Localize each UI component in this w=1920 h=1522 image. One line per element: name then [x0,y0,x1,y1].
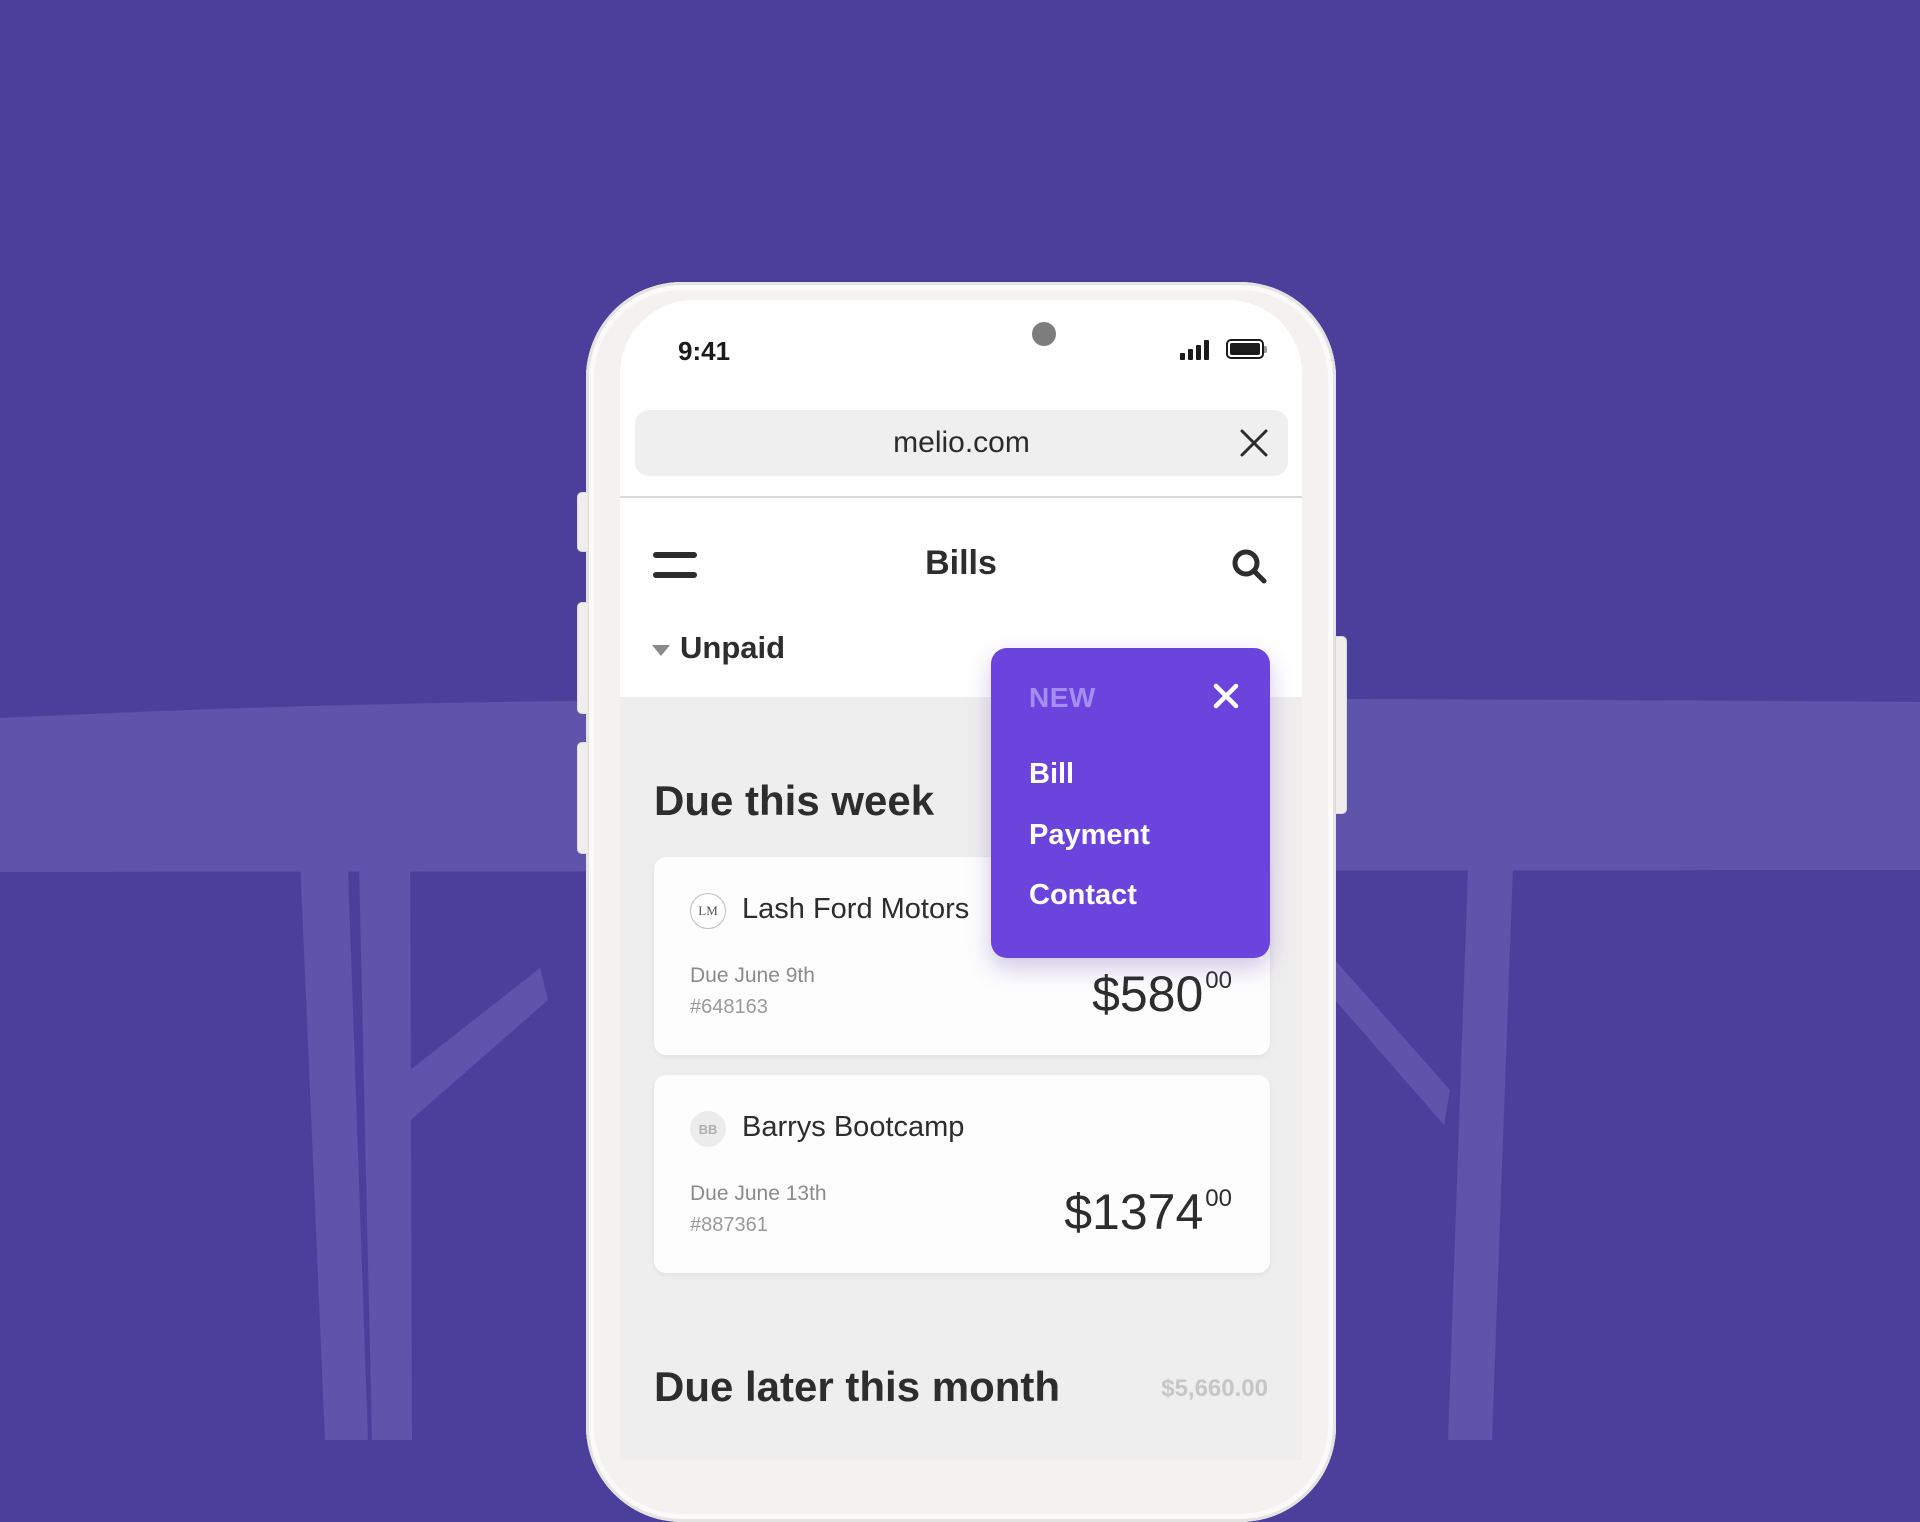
amount-whole: $1374 [1064,1184,1204,1240]
amount-cents: 00 [1205,1185,1232,1212]
camera-icon [1032,322,1056,346]
due-date: Due June 9th [690,964,815,987]
search-icon[interactable] [1229,546,1269,586]
signal-icon [1180,340,1209,360]
caret-down-icon [652,644,670,656]
divider [620,496,1302,498]
phone-side-button-volume-down [577,742,589,854]
vendor-avatar: LM [690,893,726,929]
bill-card[interactable]: BB Barrys Bootcamp Due June 13th #887361… [654,1075,1270,1273]
table-leg-left [300,858,368,1440]
battery-icon [1226,339,1267,359]
amount-cents: 00 [1205,967,1232,994]
page-title: Bills [925,544,997,582]
close-icon[interactable] [1238,427,1270,459]
vendor-name: Lash Ford Motors [742,893,970,925]
status-time: 9:41 [678,336,731,366]
new-item-menu: NEW Bill Payment Contact [991,648,1270,958]
section-title-due-this-week: Due this week [654,777,935,824]
amount-whole: $580 [1092,966,1204,1022]
menu-item-contact[interactable]: Contact [1029,879,1137,912]
section-total: $5,660.00 [1161,1375,1268,1402]
table-brace-right [1335,960,1450,1125]
phone-side-button-power [1335,636,1347,814]
invoice-number: #648163 [690,996,768,1018]
bill-amount: $137400 [1064,1183,1232,1241]
vendor-avatar: BB [690,1111,726,1147]
section-title-due-later: Due later this month [654,1363,1061,1410]
phone-side-button-silent [577,492,589,552]
menu-item-bill[interactable]: Bill [1029,758,1074,791]
bill-amount: $58000 [1092,965,1232,1023]
url-text: melio.com [893,426,1030,459]
invoice-number: #887361 [690,1214,768,1236]
address-bar[interactable]: melio.com [635,410,1288,476]
vendor-name: Barrys Bootcamp [742,1111,965,1143]
close-icon[interactable] [1212,682,1240,710]
menu-item-payment[interactable]: Payment [1029,819,1150,852]
table-leg-right [1448,810,1515,1440]
filter-label: Unpaid [680,630,786,665]
due-date: Due June 13th [690,1182,827,1205]
status-filter-dropdown[interactable]: Unpaid [652,630,785,666]
phone-side-button-volume-up [577,602,589,714]
menu-title: NEW [1029,682,1096,713]
